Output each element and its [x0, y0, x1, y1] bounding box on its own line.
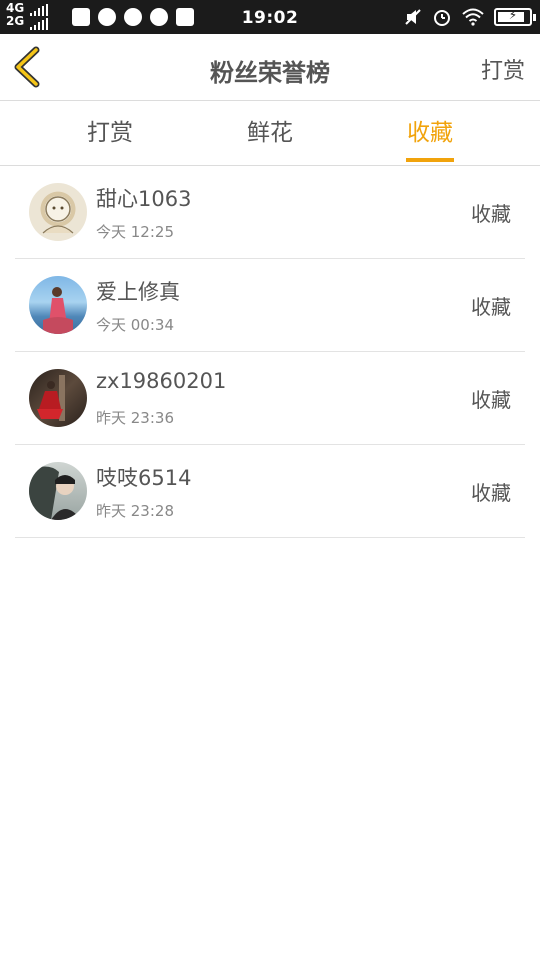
timestamp: 昨天 23:28: [96, 502, 174, 520]
wifi-icon: [462, 8, 484, 26]
battery-icon: ⚡: [494, 8, 536, 26]
timestamp: 昨天 23:36: [96, 409, 174, 427]
fan-list: 甜心1063 今天 12:25 收藏 爱上修真 今天 00:34 收藏 zx19…: [0, 166, 540, 538]
top-navigation-bar: 粉丝荣誉榜 打赏: [0, 34, 540, 100]
user-name: 爱上修真: [96, 280, 180, 304]
mute-icon: [405, 9, 421, 25]
list-item[interactable]: 甜心1063 今天 12:25 收藏: [15, 166, 525, 259]
avatar[interactable]: [29, 462, 87, 520]
user-name: 甜心1063: [96, 187, 192, 211]
tab-flowers[interactable]: 鲜花: [220, 101, 320, 165]
avatar[interactable]: [29, 183, 87, 241]
action-label: 收藏: [471, 202, 511, 226]
action-label: 收藏: [471, 388, 511, 412]
tab-bar: 打赏 鲜花 收藏: [0, 101, 540, 165]
tab-reward[interactable]: 打赏: [60, 101, 160, 165]
page-title: 粉丝荣誉榜: [210, 59, 330, 87]
alarm-icon: [434, 10, 450, 26]
reward-button[interactable]: 打赏: [481, 53, 525, 85]
user-name: 吱吱6514: [96, 466, 192, 490]
tab-favorites-label: 收藏: [407, 120, 453, 146]
list-item[interactable]: 爱上修真 今天 00:34 收藏: [15, 259, 525, 352]
timestamp: 今天 12:25: [96, 223, 174, 241]
avatar[interactable]: [29, 369, 87, 427]
avatar[interactable]: [29, 276, 87, 334]
tab-flowers-label: 鲜花: [247, 120, 293, 146]
list-item[interactable]: zx19860201 昨天 23:36 收藏: [15, 352, 525, 445]
tab-favorites[interactable]: 收藏: [380, 101, 480, 165]
timestamp: 今天 00:34: [96, 316, 174, 334]
active-tab-indicator: [406, 158, 454, 162]
user-name: zx19860201: [96, 369, 227, 393]
list-item[interactable]: 吱吱6514 昨天 23:28 收藏: [15, 445, 525, 538]
tab-reward-label: 打赏: [87, 120, 133, 146]
status-bar: 4G 2G 19:02 ⚡: [0, 0, 540, 34]
action-label: 收藏: [471, 295, 511, 319]
action-label: 收藏: [471, 481, 511, 505]
